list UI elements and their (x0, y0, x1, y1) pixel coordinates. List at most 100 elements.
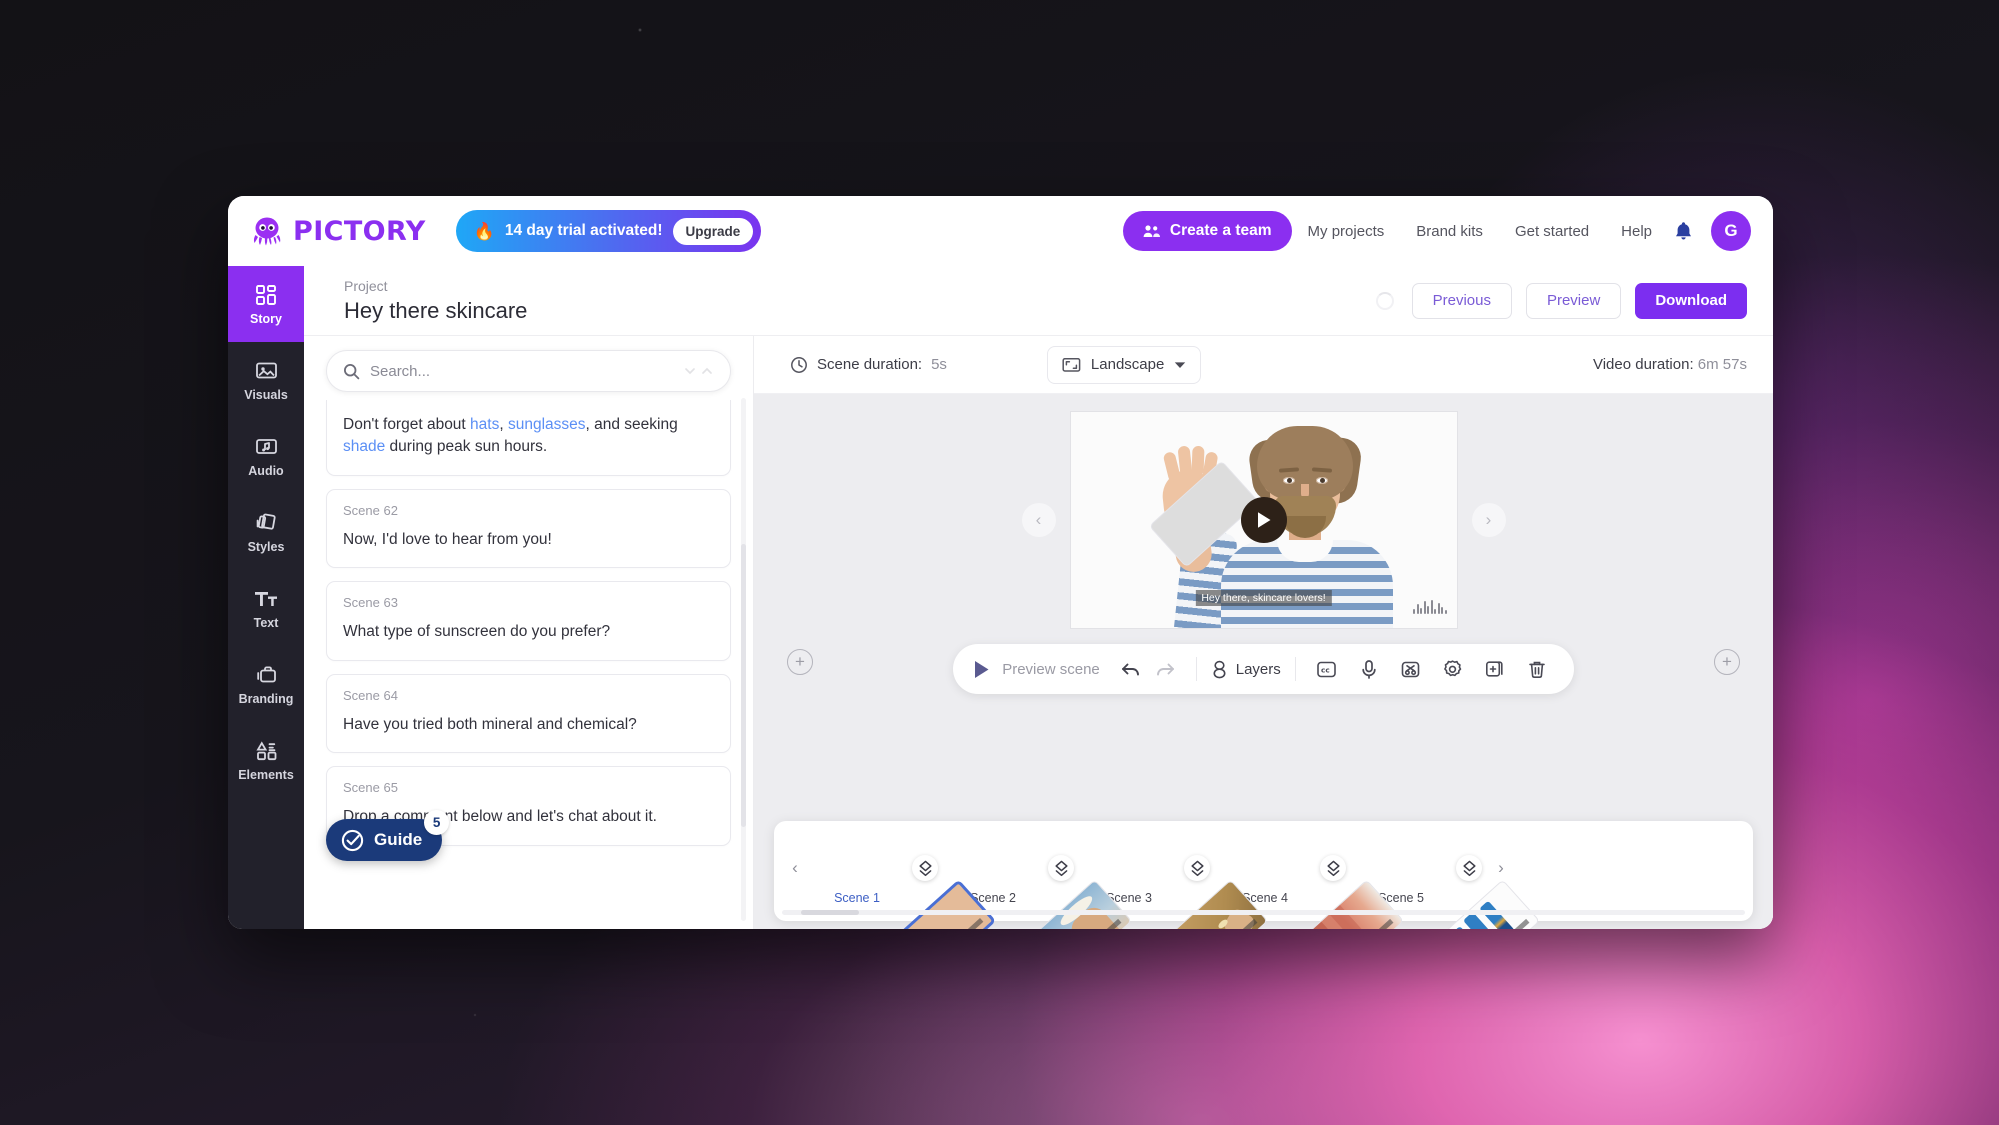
preview-button[interactable]: Preview (1525, 282, 1622, 319)
microphone-icon[interactable] (1352, 652, 1386, 686)
sidebar-item-visuals[interactable]: Visuals (228, 342, 304, 418)
search-box[interactable] (326, 350, 731, 392)
upgrade-button[interactable]: Upgrade (672, 217, 754, 245)
scene-thumbnail[interactable] (1429, 879, 1541, 929)
text-tt-icon (254, 587, 278, 611)
filmstrip-scroll-thumb[interactable] (801, 910, 860, 915)
scene-card[interactable]: Scene 62 Now, I'd love to hear from you! (326, 488, 731, 569)
preview-scene-label: Preview scene (1002, 660, 1100, 678)
add-scene-right-button[interactable]: + (1714, 648, 1740, 675)
shapes-icon (254, 739, 278, 763)
nav-link-get-started[interactable]: Get started (1499, 223, 1605, 240)
download-button[interactable]: Download (1635, 282, 1747, 319)
split-scene-icon[interactable] (912, 855, 938, 881)
previous-button[interactable]: Previous (1411, 282, 1512, 319)
sidebar-label-elements: Elements (238, 767, 294, 782)
chevron-right-icon[interactable]: › (1471, 503, 1506, 537)
nav-link-brand-kits[interactable]: Brand kits (1400, 223, 1499, 240)
scene-list-scroll-thumb[interactable] (741, 544, 746, 827)
scene-number: Scene 62 (343, 502, 398, 518)
video-duration: Video duration: 6m 57s (1593, 356, 1747, 373)
undo-icon[interactable] (1114, 652, 1148, 686)
scene-list-scrollbar[interactable] (741, 398, 746, 921)
sidebar-label-branding: Branding (238, 691, 294, 706)
sidebar-item-styles[interactable]: Styles (228, 494, 304, 570)
scene-caption: Scene 1 (834, 891, 880, 905)
trash-icon[interactable] (1520, 652, 1554, 686)
toolbar-divider (1294, 657, 1296, 681)
left-tool-rail: Story Visuals Audio Styles Text Branding… (228, 266, 304, 929)
people-group-icon (1143, 224, 1161, 238)
landscape-frame-icon (1062, 357, 1081, 373)
trial-label: 14 day trial activated! (504, 222, 663, 239)
layers-cards-icon (254, 511, 278, 535)
add-scene-left-button[interactable]: + (787, 648, 813, 675)
scene-text: What type of sunscreen do you prefer? (343, 623, 611, 641)
split-scene-icon[interactable] (1320, 855, 1346, 881)
octopus-icon (250, 216, 284, 246)
split-scene-icon[interactable] (1184, 855, 1210, 881)
top-nav-right: Create a team My projects Brand kits Get… (1122, 211, 1751, 251)
sidebar-label-styles: Styles (247, 539, 285, 554)
project-meta: Project Hey there skincare (344, 278, 527, 324)
layers-label: Layers (1235, 660, 1281, 678)
scene-text: Don't forget about hats, sunglasses, and… (343, 416, 678, 456)
gear-icon[interactable] (1436, 652, 1470, 686)
layers-button[interactable]: Layers (1211, 660, 1281, 679)
scene-duration-value: 5s (931, 356, 947, 373)
scissors-icon[interactable] (1394, 652, 1428, 686)
filmstrip-thumbs: Scene 1 Scene 2 Scene 3 Scene 4 Scene 5 (808, 831, 1541, 929)
redo-icon[interactable] (1148, 652, 1182, 686)
bell-icon[interactable] (1674, 221, 1693, 241)
filmstrip-prev-button[interactable]: ‹ (782, 858, 808, 878)
audio-waveform-icon (1413, 600, 1447, 614)
scene-text: Now, I'd love to hear from you! (343, 530, 552, 548)
filmstrip-scrollbar[interactable] (782, 910, 1745, 915)
top-navigation-bar: PICTORY 🔥 14 day trial activated! Upgrad… (228, 196, 1773, 266)
project-header: Project Hey there skincare Previous Prev… (304, 266, 1773, 336)
project-label: Project (344, 277, 388, 294)
split-scene-icon[interactable] (1456, 855, 1482, 881)
sidebar-item-branding[interactable]: Branding (228, 646, 304, 722)
video-player-area: ‹ › Hey there, skincare lovers! (1021, 411, 1506, 629)
play-button[interactable] (1240, 497, 1287, 543)
preview-scene-button[interactable]: Preview scene (973, 660, 1114, 679)
video-duration-value: 6m 57s (1697, 356, 1747, 373)
guide-button[interactable]: Guide 5 (326, 810, 450, 861)
scene-card[interactable]: Scene 63 What type of sunscreen do you p… (326, 581, 731, 661)
video-duration-label: Video duration: (1592, 356, 1694, 373)
filmstrip-scene-1[interactable]: Scene 1 (808, 831, 997, 929)
preview-stage: + + ‹ › Hey there, skincare lovers! Prev… (754, 394, 1773, 929)
project-actions: Previous Preview Download (1375, 282, 1747, 319)
nav-link-help[interactable]: Help (1605, 223, 1668, 240)
chevron-left-icon[interactable]: ‹ (1021, 503, 1056, 537)
svg-text:cc: cc (1321, 665, 1330, 674)
sidebar-label-text: Text (253, 615, 279, 630)
scene-number: Scene 63 (343, 595, 398, 611)
search-input[interactable] (370, 362, 674, 380)
scene-duration-label: Scene duration: (817, 356, 923, 373)
grid-blocks-icon (254, 283, 278, 307)
user-avatar[interactable]: G (1711, 211, 1751, 251)
nav-link-my-projects[interactable]: My projects (1292, 223, 1401, 240)
music-note-icon (254, 435, 278, 459)
pictory-logo[interactable]: PICTORY (250, 216, 426, 247)
closed-caption-icon[interactable]: cc (1310, 652, 1344, 686)
video-preview[interactable]: Hey there, skincare lovers! (1069, 411, 1458, 629)
sidebar-item-story[interactable]: Story (228, 266, 304, 342)
sidebar-item-audio[interactable]: Audio (228, 418, 304, 494)
split-scene-icon[interactable] (1048, 855, 1074, 881)
scene-tools-group: cc (1310, 652, 1554, 686)
duplicate-icon[interactable] (1478, 652, 1512, 686)
sidebar-label-story: Story (250, 311, 282, 326)
search-step-chevrons[interactable] (684, 366, 716, 377)
page-title: Hey there skincare (344, 297, 528, 323)
aspect-ratio-select[interactable]: Landscape (1046, 345, 1202, 384)
scene-card[interactable]: Don't forget about hats, sunglasses, and… (326, 400, 731, 476)
chevron-down-icon (1174, 361, 1186, 369)
sidebar-item-text[interactable]: Text (228, 570, 304, 646)
create-a-team-button[interactable]: Create a team (1122, 211, 1292, 251)
filmstrip-next-button[interactable]: › (1488, 858, 1514, 878)
scene-card[interactable]: Scene 64 Have you tried both mineral and… (326, 673, 731, 754)
sidebar-item-elements[interactable]: Elements (228, 722, 304, 798)
